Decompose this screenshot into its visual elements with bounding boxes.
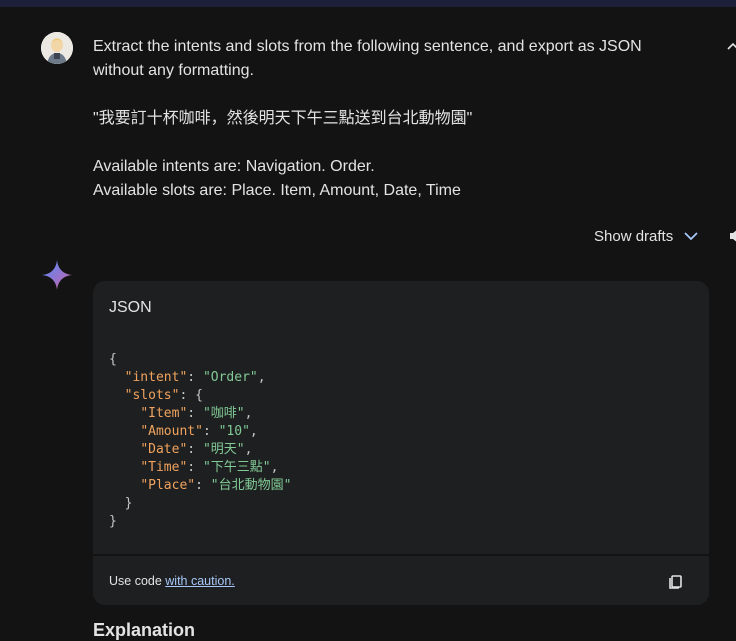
json-punctuation: } (124, 496, 133, 511)
collapse-icon[interactable] (726, 40, 736, 54)
code-line: "intent": "Order", (109, 369, 291, 387)
speaker-icon[interactable] (729, 228, 736, 244)
json-punctuation: : (187, 406, 203, 421)
caution-prefix: Use code (109, 574, 166, 588)
json-punctuation: , (270, 460, 279, 475)
json-punctuation: : (202, 424, 219, 439)
json-string: "咖啡" (202, 406, 245, 421)
code-line: { (109, 351, 291, 369)
gemini-sparkle-icon (42, 260, 72, 290)
show-drafts-button[interactable]: Show drafts (594, 226, 699, 246)
json-punctuation: , (244, 406, 253, 421)
code-language-label: JSON (109, 299, 152, 316)
json-key: "slots" (124, 388, 180, 403)
json-key: "intent" (124, 370, 188, 385)
user-avatar (41, 32, 73, 64)
json-punctuation: , (244, 442, 253, 457)
json-punctuation: , (249, 424, 258, 439)
json-string: "台北動物園" (210, 478, 292, 493)
json-punctuation: : (187, 460, 203, 475)
json-punctuation: : (187, 442, 203, 457)
user-prompt: Extract the intents and slots from the f… (93, 35, 693, 203)
json-string: "明天" (202, 442, 245, 457)
json-punctuation: , (257, 370, 266, 385)
top-bar (0, 0, 736, 7)
prompt-sentence: "我要訂十杯咖啡，然後明天下午三點送到台北動物園" (93, 110, 473, 127)
code-line: "Date": "明天", (109, 441, 291, 459)
json-string: "下午三點" (202, 460, 271, 475)
json-punctuation: : (195, 478, 211, 493)
json-punctuation: } (109, 514, 117, 529)
caution-link[interactable]: with caution. (165, 574, 234, 588)
code-line: "Amount": "10", (109, 423, 291, 441)
explanation-heading: Explanation (93, 620, 196, 640)
code-line: } (109, 513, 291, 531)
json-key: "Amount" (140, 424, 203, 439)
code-block: JSON { "intent": "Order", "slots": { "It… (93, 281, 709, 605)
prompt-instruction: Extract the intents and slots from the f… (93, 38, 642, 79)
json-key: "Date" (140, 442, 188, 457)
caution-note: Use code with caution. (109, 574, 235, 588)
show-drafts-label: Show drafts (594, 227, 674, 245)
json-punctuation: { (109, 352, 117, 367)
code-footer: Use code with caution. (93, 554, 709, 605)
code-line: "Item": "咖啡", (109, 405, 291, 423)
chevron-down-icon (684, 232, 698, 241)
code-line: "slots": { (109, 387, 291, 405)
json-key: "Time" (140, 460, 188, 475)
code-content[interactable]: { "intent": "Order", "slots": { "Item": … (109, 351, 291, 531)
prompt-slots: Available slots are: Place. Item, Amount… (93, 182, 461, 199)
json-key: "Item" (140, 406, 188, 421)
json-string: "10" (218, 424, 250, 439)
code-line: "Place": "台北動物園" (109, 477, 291, 495)
json-key: "Place" (140, 478, 196, 493)
json-punctuation: : (187, 370, 203, 385)
prompt-intents: Available intents are: Navigation. Order… (93, 158, 375, 175)
code-line: "Time": "下午三點", (109, 459, 291, 477)
json-string: "Order" (202, 370, 258, 385)
json-punctuation: : { (179, 388, 203, 403)
code-line: } (109, 495, 291, 513)
copy-icon[interactable] (667, 572, 685, 590)
